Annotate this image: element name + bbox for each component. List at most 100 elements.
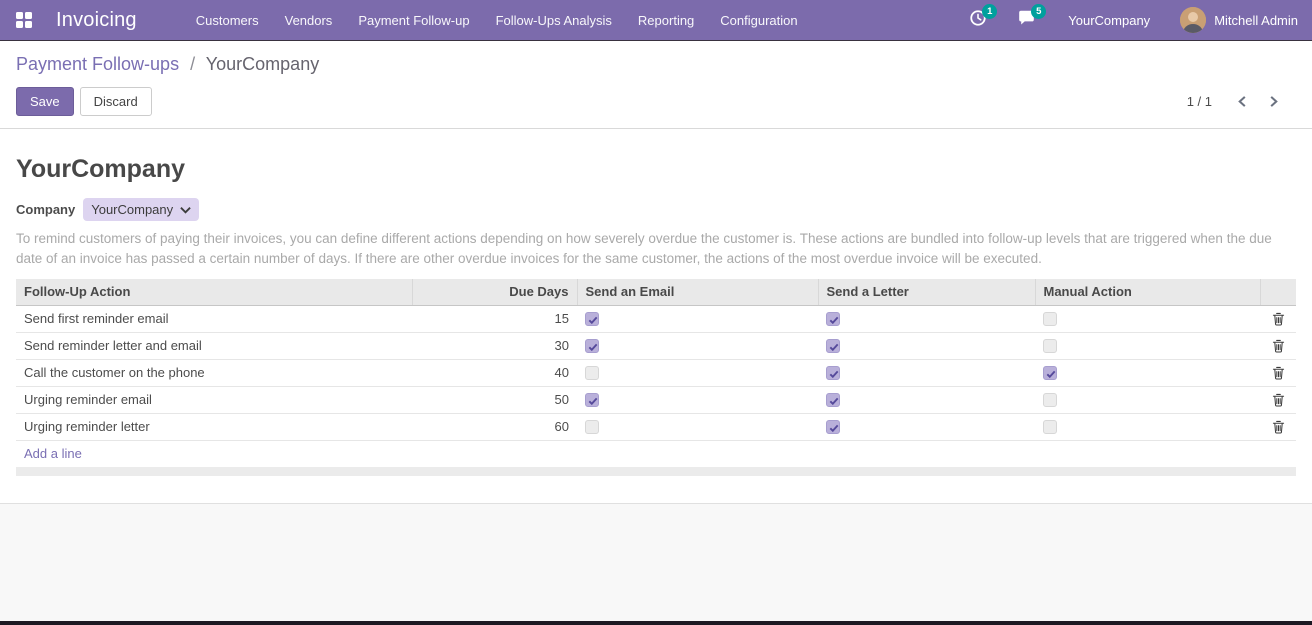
user-menu[interactable]: Mitchell Admin: [1172, 7, 1298, 33]
delete-row-button[interactable]: [1270, 418, 1287, 436]
menu-item-payment-follow-up[interactable]: Payment Follow-up: [345, 0, 482, 40]
company-switcher[interactable]: YourCompany: [1056, 13, 1162, 28]
delete-row-button[interactable]: [1270, 310, 1287, 328]
header-manual-action[interactable]: Manual Action: [1035, 279, 1260, 305]
send-email-checkbox[interactable]: [585, 312, 599, 326]
table-row: Send first reminder email 15: [16, 305, 1296, 332]
row-due-days-cell[interactable]: 40: [412, 359, 577, 386]
header-send-a-letter[interactable]: Send a Letter: [818, 279, 1035, 305]
main-menu: CustomersVendorsPayment Follow-upFollow-…: [183, 0, 811, 40]
messages-button[interactable]: 5: [1007, 5, 1046, 36]
row-action-cell[interactable]: Call the customer on the phone: [16, 359, 412, 386]
page-title: YourCompany: [16, 155, 1296, 184]
check-icon: [828, 341, 840, 353]
check-icon: [828, 395, 840, 407]
navbar-systray: 1 5 YourCompany Mitchell Admin: [959, 5, 1298, 36]
header-due-days[interactable]: Due Days: [412, 279, 577, 305]
send-email-checkbox[interactable]: [585, 366, 599, 380]
header-send-an-email[interactable]: Send an Email: [577, 279, 818, 305]
add-line-row: Add a line: [16, 440, 1296, 467]
control-panel: Payment Follow-ups / YourCompany Save Di…: [0, 41, 1312, 129]
table-row: Send reminder letter and email 30: [16, 332, 1296, 359]
send-email-checkbox[interactable]: [585, 393, 599, 407]
chevron-right-icon: [1267, 95, 1280, 108]
breadcrumb-current: YourCompany: [206, 54, 319, 74]
send-letter-checkbox[interactable]: [826, 339, 840, 353]
header-followup-action[interactable]: Follow-Up Action: [16, 279, 412, 305]
menu-item-follow-ups-analysis[interactable]: Follow-Ups Analysis: [483, 0, 625, 40]
send-letter-checkbox[interactable]: [826, 420, 840, 434]
followup-levels-table: Follow-Up Action Due Days Send an Email …: [16, 279, 1296, 467]
manual-action-checkbox[interactable]: [1043, 366, 1057, 380]
menu-item-reporting[interactable]: Reporting: [625, 0, 707, 40]
user-name: Mitchell Admin: [1214, 13, 1298, 28]
company-label: Company: [16, 202, 75, 217]
add-a-line-link[interactable]: Add a line: [24, 446, 82, 461]
row-due-days-cell[interactable]: 50: [412, 386, 577, 413]
trash-icon: [1272, 393, 1285, 407]
send-letter-checkbox[interactable]: [826, 312, 840, 326]
send-email-checkbox[interactable]: [585, 339, 599, 353]
company-select[interactable]: YourCompany: [83, 198, 199, 221]
check-icon: [828, 368, 840, 380]
check-icon: [587, 341, 599, 353]
row-action-cell[interactable]: Urging reminder letter: [16, 413, 412, 440]
manual-action-checkbox[interactable]: [1043, 420, 1057, 434]
manual-action-checkbox[interactable]: [1043, 339, 1057, 353]
send-email-checkbox[interactable]: [585, 420, 599, 434]
followup-rows: Send first reminder email 15: [16, 305, 1296, 440]
table-row: Urging reminder letter 60: [16, 413, 1296, 440]
send-letter-checkbox[interactable]: [826, 393, 840, 407]
breadcrumb: Payment Follow-ups / YourCompany: [16, 53, 1296, 75]
app-name[interactable]: Invoicing: [56, 9, 137, 32]
company-select-value: YourCompany: [91, 202, 173, 217]
header-actions-column: [1260, 279, 1296, 305]
page-background: [0, 503, 1312, 621]
delete-row-button[interactable]: [1270, 391, 1287, 409]
table-header-row: Follow-Up Action Due Days Send an Email …: [16, 279, 1296, 305]
manual-action-checkbox[interactable]: [1043, 393, 1057, 407]
bottom-bar: [0, 621, 1312, 625]
activities-button[interactable]: 1: [959, 5, 997, 36]
check-icon: [587, 314, 599, 326]
check-icon: [587, 395, 599, 407]
row-action-cell[interactable]: Send first reminder email: [16, 305, 412, 332]
form-sheet: YourCompany Company YourCompany To remin…: [0, 129, 1312, 503]
row-due-days-cell[interactable]: 60: [412, 413, 577, 440]
breadcrumb-parent-link[interactable]: Payment Follow-ups: [16, 54, 179, 74]
apps-grid-icon: [16, 12, 32, 28]
activities-badge: 1: [982, 4, 997, 19]
row-due-days-cell[interactable]: 15: [412, 305, 577, 332]
pager: 1 / 1: [1187, 93, 1296, 110]
menu-item-customers[interactable]: Customers: [183, 0, 272, 40]
avatar-photo: [1180, 7, 1206, 33]
menu-item-vendors[interactable]: Vendors: [272, 0, 346, 40]
pager-previous-button[interactable]: [1234, 93, 1251, 110]
row-action-cell[interactable]: Urging reminder email: [16, 386, 412, 413]
check-icon: [828, 422, 840, 434]
menu-item-configuration[interactable]: Configuration: [707, 0, 810, 40]
check-icon: [1045, 368, 1057, 380]
user-avatar: [1180, 7, 1206, 33]
trash-icon: [1272, 420, 1285, 434]
chevron-down-icon: [180, 206, 191, 214]
check-icon: [828, 314, 840, 326]
trash-icon: [1272, 366, 1285, 380]
breadcrumb-separator: /: [190, 54, 195, 74]
pager-value: 1 / 1: [1187, 94, 1212, 109]
manual-action-checkbox[interactable]: [1043, 312, 1057, 326]
delete-row-button[interactable]: [1270, 364, 1287, 382]
row-due-days-cell[interactable]: 30: [412, 332, 577, 359]
trash-icon: [1272, 312, 1285, 326]
top-navbar: Invoicing CustomersVendorsPayment Follow…: [0, 0, 1312, 41]
row-action-cell[interactable]: Send reminder letter and email: [16, 332, 412, 359]
trash-icon: [1272, 339, 1285, 353]
apps-menu-button[interactable]: [10, 8, 42, 32]
messages-badge: 5: [1031, 4, 1046, 19]
delete-row-button[interactable]: [1270, 337, 1287, 355]
send-letter-checkbox[interactable]: [826, 366, 840, 380]
table-row: Urging reminder email 50: [16, 386, 1296, 413]
discard-button[interactable]: Discard: [80, 87, 152, 116]
save-button[interactable]: Save: [16, 87, 74, 116]
pager-next-button[interactable]: [1265, 93, 1282, 110]
